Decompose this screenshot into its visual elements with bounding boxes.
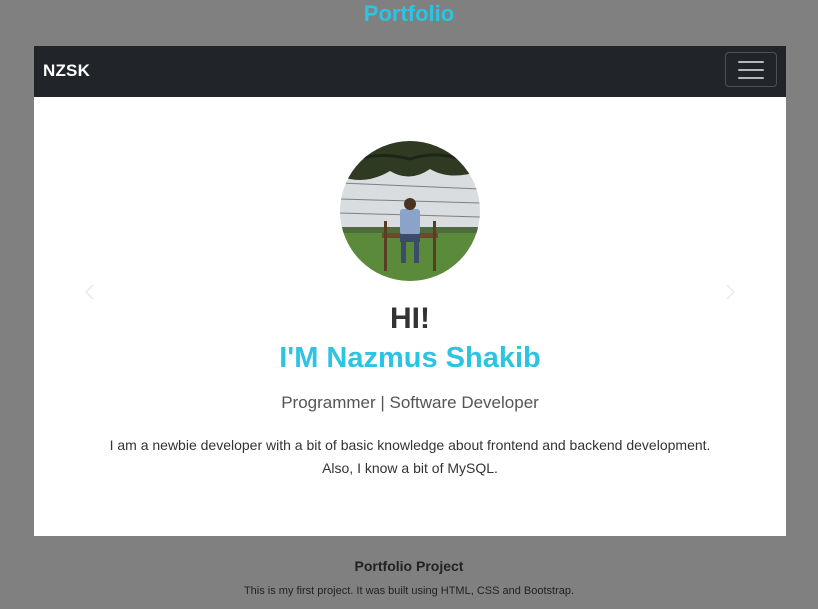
page-title: Portfolio <box>363 1 455 26</box>
name-heading: I'M Nazmus Shakib <box>279 342 541 374</box>
chevron-left-icon <box>84 284 94 300</box>
navbar: NZSK <box>34 46 786 97</box>
slide-description: I am a newbie developer with a bit of ba… <box>74 434 746 480</box>
navbar-brand[interactable]: NZSK <box>43 46 90 97</box>
chevron-right-icon <box>726 284 736 300</box>
navbar-toggle-button[interactable] <box>725 52 777 87</box>
role-subtitle: Programmer | Software Developer <box>281 393 539 412</box>
project-title: Portfolio Project <box>354 558 464 574</box>
hamburger-menu-icon <box>738 61 764 79</box>
greeting-heading: HI! <box>390 302 430 335</box>
carousel: NZSK HI! I'M Nazmus Shakib Programmer | … <box>34 46 786 536</box>
carousel-prev-button[interactable] <box>69 272 109 312</box>
description-line-2: Also, I know a bit of MySQL. <box>322 460 498 476</box>
project-description: This is my first project. It was built u… <box>243 585 575 597</box>
avatar <box>340 141 480 281</box>
description-line-1: I am a newbie developer with a bit of ba… <box>109 437 711 453</box>
carousel-next-button[interactable] <box>711 272 751 312</box>
